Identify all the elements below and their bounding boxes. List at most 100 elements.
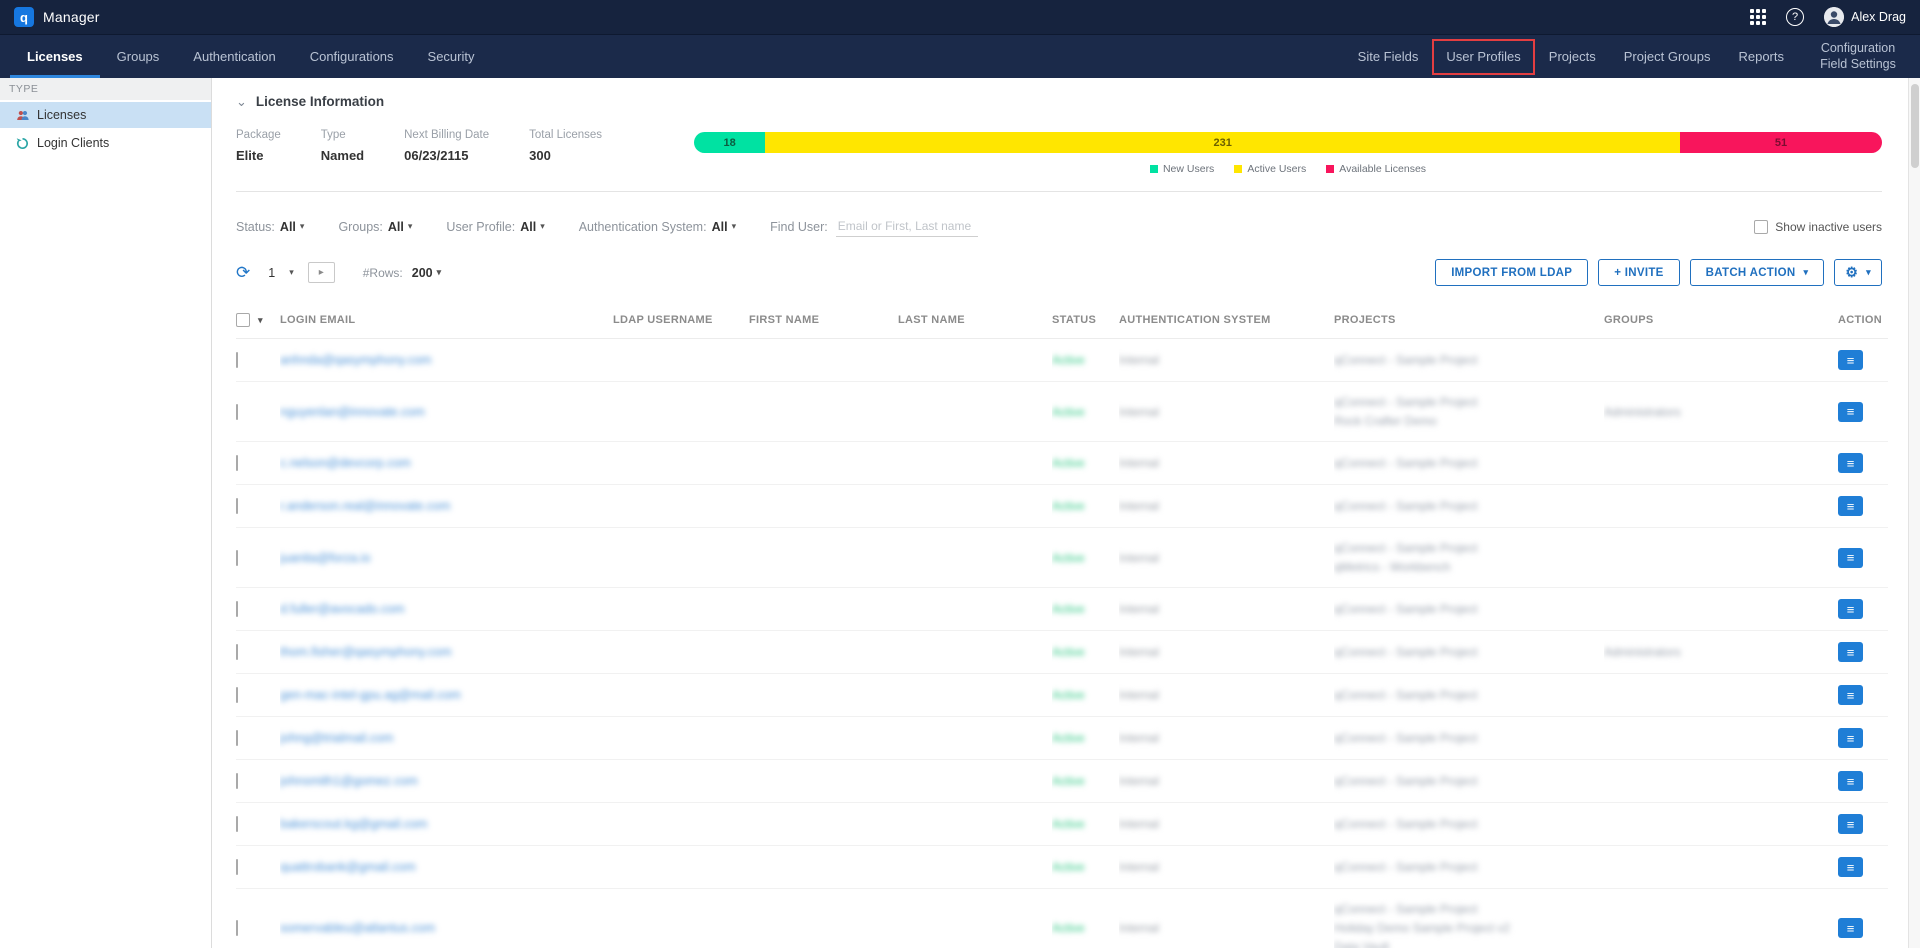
tab-groups[interactable]: Groups	[100, 35, 177, 78]
row-checkbox[interactable]	[236, 455, 238, 471]
product-title: Manager	[43, 9, 100, 25]
row-action-button[interactable]: ≡	[1838, 814, 1863, 834]
login-email[interactable]: juanita@forza.io	[280, 551, 371, 565]
find-user-input[interactable]	[836, 216, 978, 237]
filter-groups[interactable]: Groups:All▾	[338, 220, 412, 234]
tab-licenses[interactable]: Licenses	[10, 35, 100, 78]
tab-configurations[interactable]: Configurations	[293, 35, 411, 78]
project-link[interactable]: qConnect - Sample Project	[1334, 643, 1598, 662]
row-action-button[interactable]: ≡	[1838, 918, 1863, 938]
project-link[interactable]: qConnect - Sample Project	[1334, 454, 1598, 473]
next-page-button[interactable]: ▸	[308, 262, 335, 283]
tab-reports[interactable]: Reports	[1724, 35, 1798, 78]
row-checkbox[interactable]	[236, 550, 238, 566]
login-email[interactable]: r.anderson.real@innovate.com	[280, 499, 450, 513]
filter-user-profile[interactable]: User Profile:All▾	[446, 220, 544, 234]
tab-project-groups[interactable]: Project Groups	[1610, 35, 1725, 78]
project-link[interactable]: qConnect - Sample Project	[1334, 600, 1598, 619]
help-icon[interactable]: ?	[1786, 8, 1804, 26]
row-checkbox[interactable]	[236, 920, 238, 936]
row-checkbox[interactable]	[236, 816, 238, 832]
scrollbar-thumb[interactable]	[1911, 84, 1919, 168]
row-action-button[interactable]: ≡	[1838, 599, 1863, 619]
row-action-button[interactable]: ≡	[1838, 857, 1863, 877]
login-email[interactable]: c.nelson@devcorp.com	[280, 456, 411, 470]
batch-action-button[interactable]: BATCH ACTION▾	[1690, 259, 1825, 286]
row-action-button[interactable]: ≡	[1838, 771, 1863, 791]
project-link[interactable]: Holiday Demo Sample Project v2	[1334, 919, 1598, 938]
project-link[interactable]: qConnect - Sample Project	[1334, 729, 1598, 748]
login-email[interactable]: nguyenlan@innovate.com	[280, 405, 425, 419]
row-action-button[interactable]: ≡	[1838, 453, 1863, 473]
login-email[interactable]: anhnda@qasymphony.com	[280, 353, 431, 367]
sidebar: TYPE LicensesLogin Clients	[0, 78, 212, 948]
project-link[interactable]: qConnect - Sample Project	[1334, 772, 1598, 791]
project-link[interactable]: qConnect - Sample Project	[1334, 497, 1598, 516]
select-all[interactable]: ▾	[236, 313, 274, 327]
tab-security[interactable]: Security	[411, 35, 492, 78]
login-email[interactable]: bakerscout.kg@gmail.com	[280, 817, 427, 831]
project-link[interactable]: Rock Crafter Demo	[1334, 412, 1598, 431]
login-email[interactable]: johng@trialmail.com	[280, 731, 393, 745]
user-menu[interactable]: Alex Drag	[1824, 7, 1906, 27]
filter-authentication-system[interactable]: Authentication System:All▾	[579, 220, 736, 234]
row-action-button[interactable]: ≡	[1838, 350, 1863, 370]
status-text: Active	[1052, 774, 1085, 788]
row-action-button[interactable]: ≡	[1838, 402, 1863, 422]
show-inactive-toggle[interactable]: Show inactive users	[1754, 220, 1882, 234]
vertical-scrollbar[interactable]	[1908, 78, 1920, 948]
login-email[interactable]: quattrobank@gmail.com	[280, 860, 416, 874]
apps-grid-icon[interactable]	[1750, 9, 1766, 25]
tab-projects[interactable]: Projects	[1535, 35, 1610, 78]
row-checkbox[interactable]	[236, 404, 238, 420]
project-link[interactable]: qConnect - Sample Project	[1334, 858, 1598, 877]
project-link[interactable]: qConnect - Sample Project	[1334, 900, 1598, 919]
table-settings-button[interactable]: ⚙ ▾	[1834, 259, 1882, 286]
project-link[interactable]: qConnect - Sample Project	[1334, 686, 1598, 705]
show-inactive-checkbox[interactable]	[1754, 220, 1768, 234]
row-action-button[interactable]: ≡	[1838, 728, 1863, 748]
row-checkbox[interactable]	[236, 352, 238, 368]
login-email[interactable]: gen-mac-intel-gpu.ag@mail.com	[280, 688, 461, 702]
row-checkbox[interactable]	[236, 773, 238, 789]
row-checkbox[interactable]	[236, 498, 238, 514]
filters-row: Status:All▾ Groups:All▾ User Profile:All▾ A…	[236, 216, 1882, 237]
project-link[interactable]: qConnect - Sample Project	[1334, 393, 1598, 412]
login-email[interactable]: somervableu@atlantus.com	[280, 921, 435, 935]
row-action-button[interactable]: ≡	[1838, 685, 1863, 705]
row-checkbox[interactable]	[236, 687, 238, 703]
tab-user-profiles[interactable]: User Profiles	[1432, 39, 1534, 75]
project-link[interactable]: qConnect - Sample Project	[1334, 815, 1598, 834]
sidebar-item-login-clients[interactable]: Login Clients	[0, 130, 211, 156]
tab-authentication[interactable]: Authentication	[176, 35, 292, 78]
row-checkbox[interactable]	[236, 644, 238, 660]
row-action-button[interactable]: ≡	[1838, 548, 1863, 568]
page-selector[interactable]: 1 ▾	[268, 266, 293, 280]
row-checkbox[interactable]	[236, 601, 238, 617]
login-email[interactable]: thom.fisher@qasymphony.com	[280, 645, 452, 659]
select-all-checkbox[interactable]	[236, 313, 250, 327]
row-checkbox[interactable]	[236, 730, 238, 746]
rows-per-page-selector[interactable]: 200 ▾	[412, 266, 441, 280]
login-email[interactable]: d.fuller@avocado.com	[280, 602, 405, 616]
project-link[interactable]: Data Vault	[1334, 938, 1598, 948]
collapse-chevron-icon[interactable]: ⌄	[236, 97, 247, 107]
tab-configuration-field-settings[interactable]: Configuration Field Settings	[1798, 35, 1910, 78]
field-label: Total Licenses	[529, 129, 602, 141]
project-link[interactable]: qConnect - Sample Project	[1334, 351, 1598, 370]
sidebar-item-licenses[interactable]: Licenses	[0, 102, 211, 128]
project-link[interactable]: qMetrics - Workbench	[1334, 558, 1598, 577]
project-link[interactable]: qConnect - Sample Project	[1334, 539, 1598, 558]
row-action-button[interactable]: ≡	[1838, 496, 1863, 516]
column-header-ldap-username: LDAP USERNAME	[613, 304, 749, 339]
qtest-logo-icon[interactable]: q	[14, 7, 34, 27]
filter-status[interactable]: Status:All▾	[236, 220, 304, 234]
login-email[interactable]: johnsmith1@gomez.com	[280, 774, 418, 788]
tab-site-fields[interactable]: Site Fields	[1344, 35, 1433, 78]
invite-button[interactable]: + INVITE	[1598, 259, 1679, 286]
import-from-ldap-button[interactable]: IMPORT FROM LDAP	[1435, 259, 1588, 286]
refresh-icon[interactable]: ⟳	[236, 265, 250, 281]
auth-system-text: Internal	[1119, 456, 1159, 470]
row-action-button[interactable]: ≡	[1838, 642, 1863, 662]
row-checkbox[interactable]	[236, 859, 238, 875]
